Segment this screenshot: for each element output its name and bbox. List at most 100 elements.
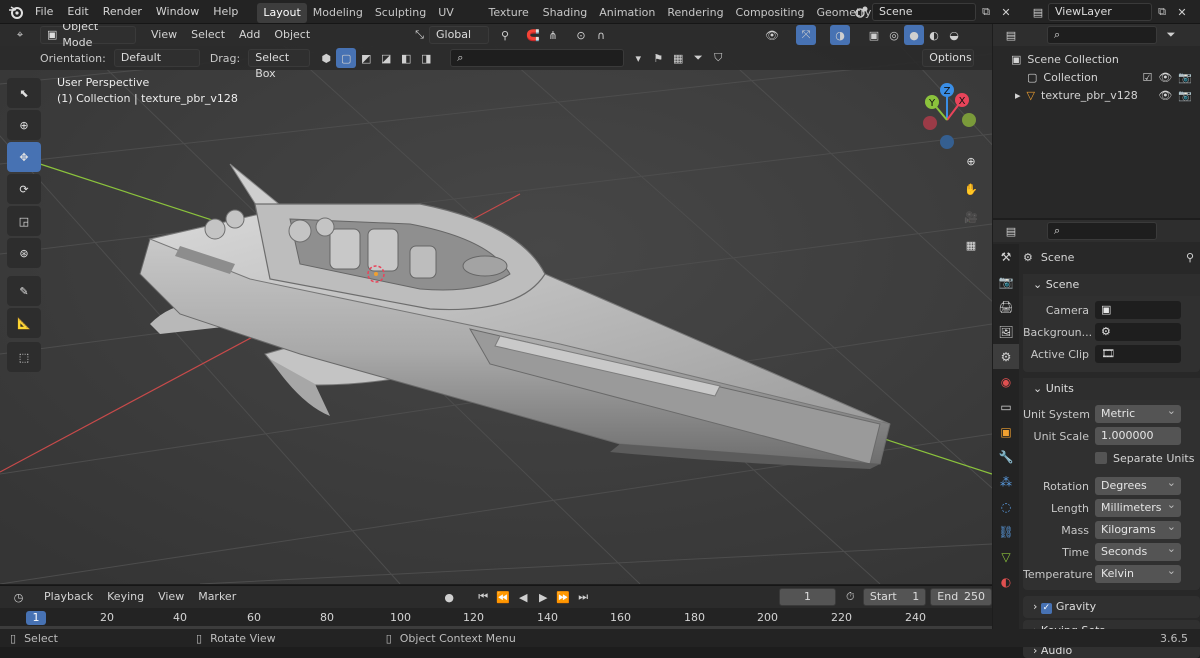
material-tab-icon[interactable]: ◐	[993, 569, 1019, 594]
jump-end-icon[interactable]: ⏭	[573, 587, 593, 607]
stopwatch-icon[interactable]: ⏱	[842, 587, 859, 607]
shading-rendered-icon[interactable]: ◒	[944, 25, 964, 45]
drag-dropdown[interactable]: Select Box	[248, 49, 311, 80]
scene-name-field[interactable]: Scene	[872, 3, 976, 21]
menu-help[interactable]: Help	[206, 0, 245, 24]
gizmo-neg-z-axis[interactable]	[940, 135, 954, 149]
layout-icon[interactable]: ▦	[668, 48, 688, 68]
outliner-item-scene-collection[interactable]: ▣ Scene Collection	[993, 50, 1200, 68]
add-cube-tool[interactable]: ⬚	[7, 342, 41, 372]
unit-scale-input[interactable]: 1.000000	[1095, 427, 1181, 445]
expand-arrow-icon[interactable]: ▸	[1015, 89, 1021, 102]
tab-animation[interactable]: Animation	[593, 3, 661, 23]
select-extend-icon[interactable]: ◩	[356, 48, 376, 68]
object-tab-icon[interactable]: ▣	[993, 419, 1019, 444]
select-mode-icon[interactable]: ▢	[336, 48, 357, 68]
shading-wireframe-icon[interactable]: ◎	[884, 25, 904, 45]
snap-target-icon[interactable]: ⋔	[543, 25, 563, 45]
outliner-item-collection[interactable]: ▢ Collection ☑ 👁 📷	[993, 68, 1200, 86]
move-tool[interactable]: ✥	[7, 142, 41, 172]
start-frame-input[interactable]: Start 1	[862, 588, 927, 606]
proportional-edit-icon[interactable]: ⊙	[571, 25, 591, 45]
gizmo-neg-y-axis[interactable]	[962, 113, 976, 127]
unit-system-dropdown[interactable]: Metric	[1095, 402, 1181, 423]
cursor-tool[interactable]: ⊕	[7, 110, 41, 140]
properties-search-input[interactable]: ⌕	[1047, 222, 1157, 240]
orientation-dropdown[interactable]: Default	[113, 49, 200, 67]
play-reverse-icon[interactable]: ◀	[513, 587, 533, 607]
pan-hand-icon[interactable]: ✋	[958, 176, 984, 202]
transform-tool[interactable]: ⊛	[7, 238, 41, 268]
delete-scene-icon[interactable]: ✕	[996, 2, 1016, 22]
particles-tab-icon[interactable]: ⁂	[993, 469, 1019, 494]
shield-icon[interactable]: ⛉	[708, 48, 728, 68]
menu-edit[interactable]: Edit	[60, 0, 95, 24]
separate-units-checkbox[interactable]	[1095, 452, 1107, 464]
playhead[interactable]: 1	[26, 611, 46, 625]
scale-tool[interactable]: ◲	[7, 206, 41, 236]
gizmo-neg-x-axis[interactable]	[923, 116, 937, 130]
rotate-tool[interactable]: ⟳	[7, 174, 41, 204]
falloff-icon[interactable]: ∩	[591, 25, 611, 45]
select-subtract-icon[interactable]: ◪	[376, 48, 396, 68]
jump-start-icon[interactable]: ⏮	[473, 587, 493, 607]
blender-logo-icon[interactable]	[6, 2, 26, 22]
scene-panel-header[interactable]: ⌄ Scene	[1023, 274, 1200, 296]
new-viewlayer-icon[interactable]: ⧉	[1152, 2, 1172, 22]
timeline-editor-icon[interactable]: ◷	[10, 587, 27, 607]
timeline-menu-playback[interactable]: Playback	[37, 585, 100, 609]
timeline-menu-keying[interactable]: Keying	[100, 585, 151, 609]
properties-editor-icon[interactable]: ▤	[1001, 221, 1021, 241]
play-icon[interactable]: ▶	[533, 587, 553, 607]
rotation-dropdown[interactable]: Degrees	[1095, 474, 1181, 495]
gravity-checkbox[interactable]: ✓	[1040, 603, 1052, 614]
record-icon[interactable]: ●	[439, 587, 459, 607]
viewport-menu-add[interactable]: Add	[232, 24, 267, 47]
tab-modeling[interactable]: Modeling	[307, 3, 369, 23]
output-tab-icon[interactable]: 🖨	[993, 294, 1019, 319]
viewport-menu-select[interactable]: Select	[184, 24, 232, 47]
tab-shading[interactable]: Shading	[537, 3, 594, 23]
tab-texture-paint[interactable]: Texture Paint	[483, 3, 537, 23]
tab-compositing[interactable]: Compositing	[730, 3, 811, 23]
tab-uv-editing[interactable]: UV Editing	[432, 3, 482, 23]
pivot-point-icon[interactable]: ⚲	[495, 25, 515, 45]
collection-tab-icon[interactable]: ▭	[993, 394, 1019, 419]
camera-view-icon[interactable]: 🎥	[958, 204, 984, 230]
modifier-tab-icon[interactable]: 🔧	[993, 444, 1019, 469]
select-invert-icon[interactable]: ◧	[396, 48, 416, 68]
menu-window[interactable]: Window	[149, 0, 206, 24]
timeline-ruler[interactable]: 1 20 40 60 80 100 120 140 160 180 200 22…	[0, 608, 992, 630]
shading-solid-icon[interactable]: ●	[904, 25, 924, 45]
options-button[interactable]: Options	[922, 49, 975, 67]
tab-layout[interactable]: Layout	[257, 2, 307, 23]
temperature-dropdown[interactable]: Kelvin	[1095, 562, 1181, 583]
visibility-icon[interactable]: 👁	[762, 25, 782, 45]
eye-icon[interactable]: 👁	[1158, 71, 1172, 84]
view-layer-tab-icon[interactable]: 🖼	[993, 319, 1019, 344]
ortho-grid-icon[interactable]: ▦	[958, 232, 984, 258]
delete-viewlayer-icon[interactable]: ✕	[1172, 2, 1192, 22]
editor-type-icon[interactable]: ⌖	[10, 25, 30, 45]
current-frame-input[interactable]: 1	[779, 588, 836, 606]
3d-viewport[interactable]: ⌖ ▣ Object Mode View Select Add Object ⤡…	[0, 24, 992, 584]
pin-icon[interactable]: ⚑	[648, 48, 668, 68]
time-dropdown[interactable]: Seconds	[1095, 540, 1181, 561]
viewport-menu-object[interactable]: Object	[267, 24, 317, 47]
new-scene-icon[interactable]: ⧉	[976, 2, 996, 22]
transform-orientation-dropdown[interactable]: Global	[428, 26, 489, 44]
end-frame-input[interactable]: End 250	[930, 588, 993, 606]
measure-tool[interactable]: 📐	[7, 308, 41, 338]
physics-tab-icon[interactable]: ◌	[993, 494, 1019, 519]
scene-tab-icon[interactable]: ⚙	[993, 344, 1019, 369]
viewport-menu-view[interactable]: View	[144, 24, 184, 47]
outliner-item-texture-pbr[interactable]: ▸ ▽ texture_pbr_v128 👁 📷	[993, 86, 1200, 104]
shading-material-icon[interactable]: ◐	[924, 25, 944, 45]
active-clip-field[interactable]: 🎞	[1095, 345, 1181, 363]
object-mode-dropdown[interactable]: ▣ Object Mode	[40, 24, 136, 49]
overlay-toggle-icon[interactable]: ◑	[830, 25, 850, 45]
length-dropdown[interactable]: Millimeters	[1095, 496, 1181, 517]
snap-icon[interactable]: 🧲	[523, 25, 543, 45]
data-tab-icon[interactable]: ▽	[993, 544, 1019, 569]
viewlayer-icon[interactable]: ▤	[1028, 2, 1048, 22]
